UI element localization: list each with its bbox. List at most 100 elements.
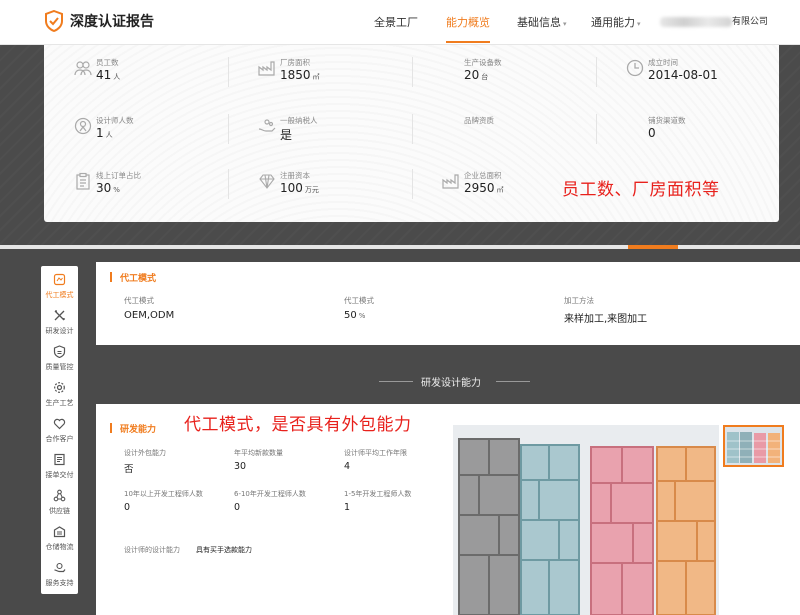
sidebar-label: 研发设计 — [45, 327, 74, 335]
top-navigation-bar: 深度认证报告 全景工厂 能力概览 基础信息 ▾ 通用能力 ▾ 有限公司 — [0, 0, 800, 45]
nav-label: 通用能力 — [591, 16, 635, 29]
value-text: 50 — [344, 310, 357, 321]
divider-line — [496, 381, 530, 382]
unit-text: ㎡ — [496, 186, 504, 194]
stat-label: 企业总面积 — [464, 171, 502, 180]
stat-label: 注册资本 — [280, 171, 310, 180]
sidebar-label: 接单交付 — [45, 471, 74, 479]
field-label: 年平均新款数量 — [234, 449, 283, 457]
chevron-down-icon: ▾ — [637, 20, 641, 28]
annotation-middle: 代工模式，是否具有外包能力 — [184, 415, 412, 435]
stat-value: 20 台 — [464, 68, 488, 82]
stat-value: 41 人 — [96, 68, 120, 82]
field-value: 0 — [124, 502, 131, 513]
field-label: 代工模式 — [344, 296, 374, 305]
stat-taxpayer: 一般纳税人 是 — [228, 105, 411, 162]
redacted-name — [660, 16, 732, 27]
unit-text: 人 — [105, 131, 113, 139]
divider-title: 研发设计能力 — [421, 378, 481, 389]
gear-icon — [54, 382, 65, 393]
field-label: 10年以上开发工程师人数 — [124, 490, 203, 498]
sidebar-label: 代工模式 — [45, 291, 74, 299]
stat-value: 2950 ㎡ — [464, 181, 504, 195]
stat-label: 设计师人数 — [96, 116, 134, 125]
stat-value: 是 — [280, 126, 292, 143]
sidebar-item-service[interactable]: 服务支持 — [41, 558, 78, 594]
supply-chain-icon — [53, 489, 66, 502]
chevron-down-icon: ▾ — [563, 20, 567, 28]
company-name[interactable]: 有限公司 — [660, 0, 768, 45]
field-label: 6-10年开发工程师人数 — [234, 490, 306, 498]
stat-channels: 铺货渠道数 0 — [596, 105, 779, 162]
brand-logo[interactable]: 深度认证报告 — [44, 10, 154, 32]
oem-icon — [53, 273, 66, 286]
sidebar-item-oem[interactable]: 代工模式 — [41, 270, 78, 306]
product-photo[interactable] — [453, 425, 719, 615]
brand-name: 深度认证报告 — [70, 14, 154, 30]
stat-label: 品牌资质 — [464, 116, 494, 125]
stat-employees: 员工数 41 人 — [44, 47, 227, 104]
field-label: 设计师平均工作年限 — [344, 449, 407, 457]
sidebar-item-design[interactable]: 研发设计 — [41, 306, 78, 342]
design-tools-icon — [54, 310, 65, 321]
stat-label: 厂房面积 — [280, 58, 310, 67]
field-value: 来样加工,来图加工 — [564, 310, 647, 325]
sidebar-label: 合作客户 — [45, 435, 74, 443]
stat-label: 生产设备数 — [464, 58, 502, 67]
stat-value: 1人 — [96, 126, 113, 140]
value-text: 30 — [96, 181, 112, 195]
field-label: 设计外包能力 — [124, 449, 166, 457]
nav-item-general[interactable]: 通用能力 ▾ — [591, 0, 641, 45]
field-value: 具有买手选款能力 — [196, 546, 252, 554]
section-title: 代工模式 — [110, 271, 156, 284]
stat-factory-area: 厂房面积 1850 ㎡ — [228, 47, 411, 104]
nav-item-panorama[interactable]: 全景工厂 — [374, 0, 418, 45]
field-value: 否 — [124, 464, 134, 475]
sidebar-label: 服务支持 — [45, 579, 74, 587]
divider — [412, 114, 413, 144]
sidebar-item-process[interactable]: 生产工艺 — [41, 378, 78, 414]
diamond-icon — [259, 174, 275, 189]
nav-item-capability[interactable]: 能力概览 — [446, 0, 490, 45]
stat-brand-qualification: 品牌资质 — [412, 105, 595, 162]
sidebar-label: 供应链 — [49, 507, 70, 515]
sidebar-label: 生产工艺 — [45, 399, 74, 407]
stat-value: 2014-08-01 — [648, 68, 718, 82]
sidebar-item-logistics[interactable]: 仓储物流 — [41, 522, 78, 558]
divider — [412, 57, 413, 87]
stat-founded: 成立时间 2014-08-01 — [596, 47, 779, 104]
divider — [596, 57, 597, 87]
service-icon — [54, 562, 66, 573]
unit-text: ㎡ — [312, 73, 320, 81]
section-divider: 研发设计能力 — [96, 374, 800, 389]
quality-shield-icon — [53, 345, 66, 358]
stat-label: 成立时间 — [648, 58, 678, 67]
organizer-boxes-image — [453, 425, 719, 615]
field-value: OEM,ODM — [124, 310, 174, 321]
divider — [228, 57, 229, 87]
thumbnail-image — [725, 427, 782, 465]
value-text: 1 — [96, 126, 104, 140]
stat-equipment: 生产设备数 20 台 — [412, 47, 595, 104]
order-icon — [54, 453, 65, 466]
building-icon — [442, 174, 459, 189]
warehouse-icon — [53, 526, 66, 538]
sidebar-item-supply-chain[interactable]: 供应链 — [41, 486, 78, 522]
value-text: 来样加工,来图加工 — [564, 314, 648, 325]
product-thumbnail-active[interactable] — [723, 425, 784, 467]
stat-value: 0 — [648, 126, 656, 140]
sidebar-item-clients[interactable]: 合作客户 — [41, 414, 78, 450]
unit-text: 人 — [113, 73, 121, 81]
sidebar-item-quality[interactable]: 质量管控 — [41, 342, 78, 378]
nav-item-basic-info[interactable]: 基础信息 ▾ — [517, 0, 567, 45]
shield-check-logo-icon — [45, 10, 63, 32]
stat-value: 100 万元 — [280, 181, 319, 195]
stat-designers: 设计师人数 1人 — [44, 105, 227, 162]
stat-value: 1850 ㎡ — [280, 68, 320, 82]
stat-value: 30% — [96, 181, 120, 195]
value-text: 是 — [280, 128, 293, 142]
divider — [228, 114, 229, 144]
stat-registered-capital: 注册资本 100 万元 — [228, 160, 411, 217]
sidebar-item-orders[interactable]: 接单交付 — [41, 450, 78, 486]
divider — [228, 169, 229, 199]
